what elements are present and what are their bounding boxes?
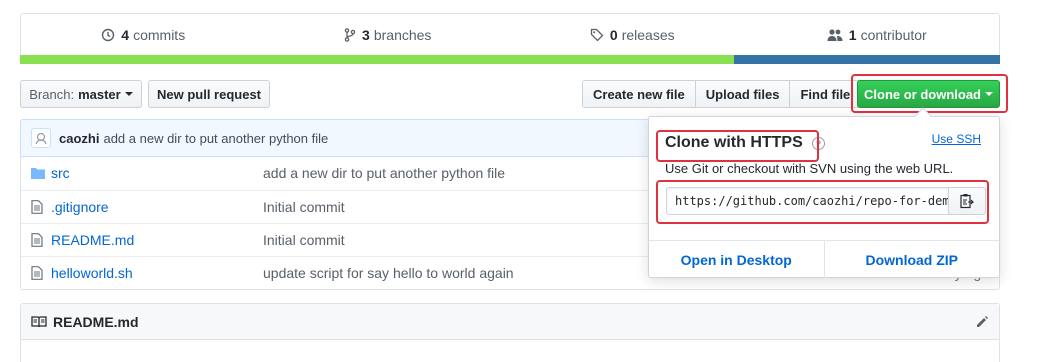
readme-panel: README.md [20, 303, 1000, 362]
contributors-link[interactable]: 1 contributor [755, 14, 1000, 56]
commit-message[interactable]: add a new dir to put another python file [103, 131, 328, 146]
file-name-link[interactable]: helloworld.sh [51, 265, 133, 281]
clone-subtitle: Use Git or checkout with SVN using the w… [665, 161, 954, 176]
clone-or-download-label: Clone or download [864, 86, 981, 102]
branches-label: branches [373, 27, 432, 43]
new-pull-request-label: New pull request [156, 86, 262, 102]
language-segment-python[interactable] [734, 55, 1000, 64]
file-name-link[interactable]: .gitignore [51, 199, 109, 215]
open-in-desktop-button[interactable]: Open in Desktop [649, 241, 825, 278]
contributors-count: 1 [848, 27, 857, 43]
folder-icon [31, 166, 45, 182]
clone-title: Clone with HTTPS [665, 134, 803, 151]
clone-url-group: https://github.com/caozhi/repo-for-demo.… [666, 187, 986, 215]
book-icon [31, 315, 47, 328]
clone-or-download-button[interactable]: Clone or download [857, 80, 1000, 108]
file-icon [31, 200, 43, 217]
question-icon[interactable]: ? [812, 137, 825, 150]
pencil-icon[interactable] [975, 315, 989, 332]
file-name-link[interactable]: README.md [51, 232, 134, 248]
branch-name: master [78, 86, 121, 102]
file-name-link[interactable]: src [51, 165, 70, 181]
releases-link[interactable]: 0 releases [510, 14, 755, 56]
language-bar[interactable] [20, 55, 1000, 64]
releases-count: 0 [609, 27, 618, 43]
file-icon [31, 266, 43, 283]
create-new-file-button[interactable]: Create new file [583, 81, 696, 107]
file-commit-message[interactable]: update script for say hello to world aga… [263, 265, 514, 281]
clone-url-input[interactable]: https://github.com/caozhi/repo-for-demo.… [666, 187, 949, 215]
language-segment-shell[interactable] [20, 55, 734, 64]
file-actions-group: Create new file Upload files Find file [582, 80, 862, 108]
branch-prefix: Branch: [29, 86, 75, 102]
commit-author[interactable]: caozhi [59, 131, 99, 146]
commits-count: 4 [121, 27, 130, 43]
branch-icon [344, 28, 356, 42]
use-ssh-link[interactable]: Use SSH [932, 132, 981, 146]
clipboard-icon [960, 193, 974, 209]
clone-actions: Open in Desktop Download ZIP [649, 240, 999, 278]
download-zip-button[interactable]: Download ZIP [825, 241, 1000, 278]
contributors-label: contributor [860, 27, 927, 43]
copy-to-clipboard-button[interactable] [949, 187, 986, 215]
chevron-down-icon [985, 92, 993, 96]
clone-dropdown: Clone with HTTPS ? Use SSH Use Git or ch… [648, 107, 1000, 278]
upload-files-button[interactable]: Upload files [695, 81, 791, 107]
commits-link[interactable]: 4 commits [21, 14, 266, 56]
branch-select-button[interactable]: Branch: master [20, 80, 142, 108]
chevron-down-icon [124, 92, 133, 96]
commits-label: commits [133, 27, 186, 43]
file-icon [31, 233, 43, 250]
branches-count: 3 [362, 27, 370, 43]
tag-icon [590, 28, 604, 42]
new-pull-request-button[interactable]: New pull request [148, 80, 270, 108]
file-commit-message[interactable]: add a new dir to put another python file [263, 165, 505, 181]
file-commit-message[interactable]: Initial commit [263, 232, 345, 248]
file-commit-message[interactable]: Initial commit [263, 199, 345, 215]
history-icon [101, 28, 115, 42]
find-file-button[interactable]: Find file [790, 81, 861, 107]
branches-link[interactable]: 3 branches [266, 14, 511, 56]
dropdown-caret [914, 107, 932, 125]
readme-header: README.md [21, 304, 999, 340]
avatar[interactable] [31, 128, 51, 148]
people-icon [827, 28, 843, 42]
readme-title: README.md [53, 313, 139, 330]
releases-label: releases [621, 27, 675, 43]
